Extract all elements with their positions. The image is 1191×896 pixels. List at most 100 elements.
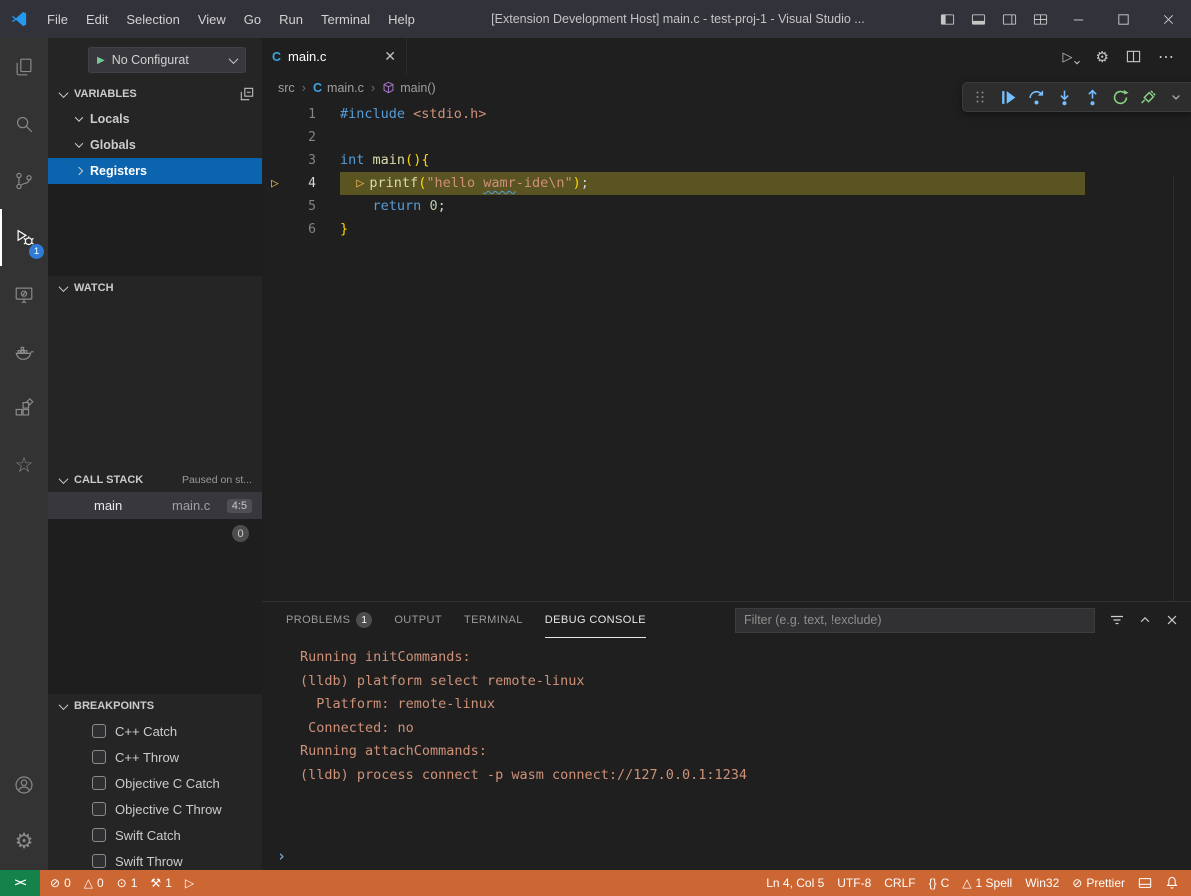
menu-go[interactable]: Go [235, 9, 270, 30]
step-over-icon[interactable] [1023, 85, 1049, 109]
menu-help[interactable]: Help [379, 9, 424, 30]
menu-file[interactable]: File [38, 9, 77, 30]
remote-indicator[interactable]: >< [0, 870, 40, 896]
status-tools[interactable]: ⚒1 [144, 872, 177, 894]
chevron-down-icon[interactable] [1163, 85, 1189, 109]
status-1-spell[interactable]: △1 Spell [956, 872, 1018, 894]
code-line-3[interactable]: 3int main(){ [262, 149, 1191, 172]
continue-icon[interactable] [995, 85, 1021, 109]
editor-gutter[interactable]: ▷4 [262, 172, 316, 195]
breakpoints-section-header[interactable]: BREAKPOINTS [48, 694, 262, 718]
checkbox-unchecked[interactable] [92, 802, 106, 816]
code-line-5[interactable]: 5 return 0; [262, 195, 1191, 218]
status-utf-8[interactable]: UTF-8 [831, 872, 877, 894]
breadcrumb-file[interactable]: Cmain.c [313, 81, 364, 95]
minimize-button[interactable] [1056, 0, 1101, 38]
status-ln-4-col-5[interactable]: Ln 4, Col 5 [760, 872, 830, 894]
status-crlf[interactable]: CRLF [878, 872, 921, 894]
checkbox-unchecked[interactable] [92, 828, 106, 842]
menu-view[interactable]: View [189, 9, 235, 30]
sidebar-item-extensions[interactable] [0, 380, 48, 437]
stack-frame-row[interactable]: main main.c 4:5 [48, 492, 262, 519]
variables-item-locals[interactable]: Locals [48, 106, 262, 132]
maximize-button[interactable] [1101, 0, 1146, 38]
call-stack-section-header[interactable]: CALL STACK Paused on st... [48, 468, 262, 492]
code-line-2[interactable]: 2 [262, 126, 1191, 149]
variables-section-header[interactable]: VARIABLES [48, 82, 262, 106]
breakpoint-item-objective-c-throw[interactable]: Objective C Throw [48, 796, 262, 822]
code-line-4[interactable]: ▷4 ▷printf("hello wamr-ide\n"); [262, 172, 1191, 195]
more-actions-icon[interactable]: ⋯ [1158, 47, 1175, 67]
run-or-debug-button[interactable]: ▷ [1063, 49, 1079, 65]
screencast-icon[interactable] [1132, 872, 1158, 894]
close-panel-icon[interactable] [1165, 613, 1179, 627]
menu-run[interactable]: Run [270, 9, 312, 30]
breadcrumb-folder[interactable]: src [278, 81, 295, 95]
code-line-6[interactable]: 6} [262, 218, 1191, 241]
sidebar-item-search[interactable] [0, 95, 48, 152]
editor-gutter[interactable]: 6 [262, 218, 316, 241]
editor-gutter[interactable]: 1 [262, 103, 316, 126]
disconnect-icon[interactable] [1135, 85, 1161, 109]
console-input-chevron[interactable]: › [277, 847, 286, 865]
sidebar-item-source-control[interactable] [0, 152, 48, 209]
chevron-up-icon[interactable] [1138, 613, 1152, 627]
status-debug[interactable]: ▷ [179, 872, 200, 894]
close-icon[interactable]: ✕ [384, 48, 396, 65]
checkbox-unchecked[interactable] [92, 854, 106, 868]
close-button[interactable] [1146, 0, 1191, 38]
step-out-icon[interactable] [1079, 85, 1105, 109]
status-error[interactable]: ⊘0 [44, 872, 77, 894]
menu-selection[interactable]: Selection [117, 9, 188, 30]
panel-tab-debug-console[interactable]: DEBUG CONSOLE [545, 602, 646, 638]
status-win32[interactable]: Win32 [1019, 872, 1065, 894]
toolchain-gear-icon[interactable]: ⚙ [1096, 48, 1109, 66]
tab-main-c[interactable]: C main.c ✕ [262, 38, 407, 75]
toolbar-gripper-icon[interactable] [967, 85, 993, 109]
editor-scrollbar[interactable] [1173, 176, 1174, 601]
panel-tab-problems[interactable]: PROBLEMS1 [286, 602, 372, 638]
editor-gutter[interactable]: 5 [262, 195, 316, 218]
breakpoint-item-swift-throw[interactable]: Swift Throw [48, 848, 262, 870]
sidebar-item-favorites[interactable]: ☆ [0, 437, 48, 494]
menu-edit[interactable]: Edit [77, 9, 117, 30]
code-editor[interactable]: 1#include <stdio.h>23int main(){▷4 ▷prin… [262, 100, 1191, 601]
sidebar-item-docker[interactable] [0, 323, 48, 380]
status-c[interactable]: {}C [923, 872, 956, 894]
account-button[interactable] [0, 756, 48, 813]
customize-layout-icon[interactable] [1025, 0, 1056, 38]
checkbox-unchecked[interactable] [92, 724, 106, 738]
watch-section-header[interactable]: WATCH [48, 276, 262, 300]
filter-lines-icon[interactable] [1109, 612, 1125, 628]
sidebar-item-remote-explorer[interactable] [0, 266, 48, 323]
checkbox-unchecked[interactable] [92, 750, 106, 764]
status-info[interactable]: ⊙1 [111, 872, 144, 894]
collapse-all-icon[interactable] [240, 87, 254, 101]
checkbox-unchecked[interactable] [92, 776, 106, 790]
console-filter-input[interactable] [735, 608, 1095, 633]
editor-gutter[interactable]: 2 [262, 126, 316, 149]
panel-tab-output[interactable]: OUTPUT [394, 602, 442, 638]
breakpoint-item-objective-c-catch[interactable]: Objective C Catch [48, 770, 262, 796]
status-warning[interactable]: △0 [78, 872, 110, 894]
restart-icon[interactable] [1107, 85, 1133, 109]
editor-gutter[interactable]: 3 [262, 149, 316, 172]
menu-terminal[interactable]: Terminal [312, 9, 379, 30]
breakpoint-item-c-throw[interactable]: C++ Throw [48, 744, 262, 770]
bell-icon[interactable] [1159, 872, 1185, 894]
run-config-dropdown[interactable]: ▶ No Configurat [88, 47, 246, 73]
settings-button[interactable]: ⚙ [0, 813, 48, 870]
breakpoint-item-swift-catch[interactable]: Swift Catch [48, 822, 262, 848]
step-into-icon[interactable] [1051, 85, 1077, 109]
breadcrumb-symbol[interactable]: main() [382, 81, 435, 95]
breakpoint-item-c-catch[interactable]: C++ Catch [48, 718, 262, 744]
status-prettier[interactable]: ⊘Prettier [1066, 872, 1131, 894]
sidebar-item-explorer[interactable] [0, 38, 48, 95]
toggle-secondary-sidebar-icon[interactable] [994, 0, 1025, 38]
panel-tab-terminal[interactable]: TERMINAL [464, 602, 523, 638]
variables-item-globals[interactable]: Globals [48, 132, 262, 158]
split-editor-icon[interactable] [1126, 49, 1141, 64]
toggle-sidebar-icon[interactable] [932, 0, 963, 38]
variables-item-registers[interactable]: Registers [48, 158, 262, 184]
sidebar-item-run-and-debug[interactable]: 1 [0, 209, 48, 266]
